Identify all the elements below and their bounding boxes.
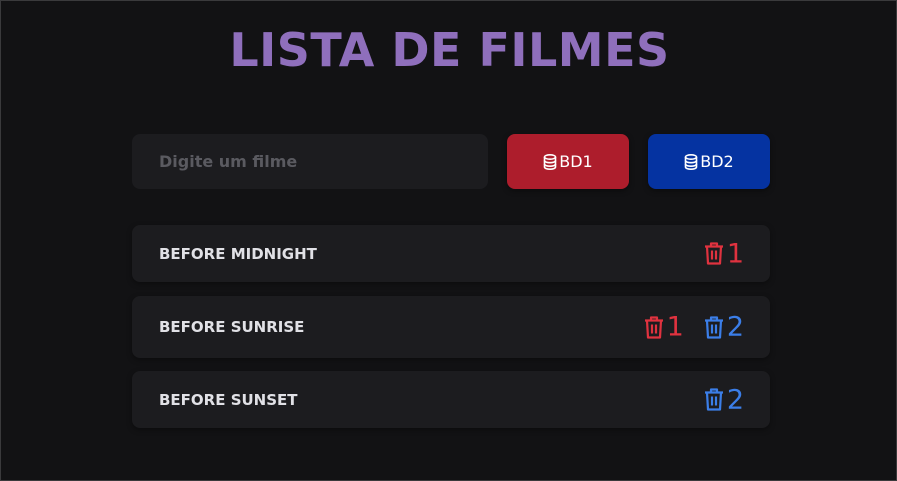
trash-icon <box>704 315 723 339</box>
movie-actions: 1 <box>704 240 744 267</box>
movie-title: BEFORE SUNRISE <box>159 318 305 336</box>
movie-row: BEFORE MIDNIGHT 1 <box>132 225 770 282</box>
add-bd2-label: BD2 <box>700 152 734 171</box>
add-bd1-button[interactable]: BD1 <box>507 134 629 189</box>
movie-actions: 2 <box>704 386 744 413</box>
movie-input[interactable] <box>132 134 488 189</box>
movie-form: BD1 BD2 <box>132 134 770 189</box>
movie-row: BEFORE SUNRISE 1 2 <box>132 296 770 358</box>
delete-bd2-button[interactable]: 2 <box>704 314 744 341</box>
delete-bd2-label: 2 <box>726 384 744 415</box>
delete-bd1-label: 1 <box>666 311 684 343</box>
delete-bd1-label: 1 <box>726 238 744 269</box>
add-bd2-button[interactable]: BD2 <box>648 134 770 189</box>
database-icon <box>543 153 557 170</box>
add-bd1-label: BD1 <box>559 152 593 171</box>
delete-bd2-button[interactable]: 2 <box>704 386 744 413</box>
movie-row: BEFORE SUNSET 2 <box>132 371 770 428</box>
delete-bd1-button[interactable]: 1 <box>704 240 744 267</box>
movie-list: BEFORE MIDNIGHT 1 BEFORE SUNRISE 1 2 BEFOR… <box>132 225 770 442</box>
movie-actions: 1 2 <box>644 314 744 341</box>
trash-icon <box>704 242 723 265</box>
page-title: LISTA DE FILMES <box>229 23 670 77</box>
trash-icon <box>704 388 723 411</box>
movie-title: BEFORE MIDNIGHT <box>159 244 317 263</box>
delete-bd1-button[interactable]: 1 <box>644 314 684 341</box>
trash-icon <box>644 315 663 339</box>
database-icon <box>684 153 698 170</box>
movie-title: BEFORE SUNSET <box>159 390 298 409</box>
delete-bd2-label: 2 <box>726 311 744 343</box>
